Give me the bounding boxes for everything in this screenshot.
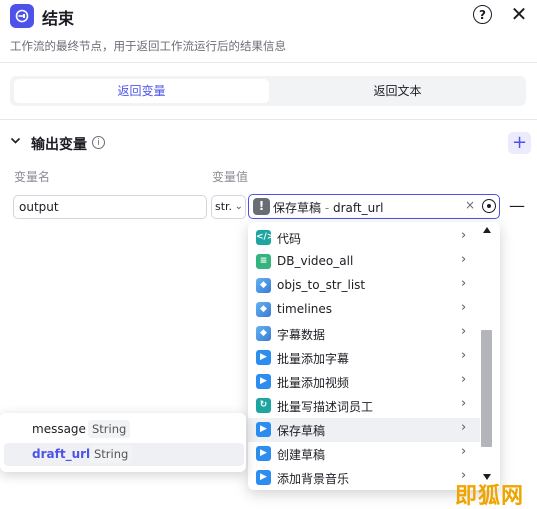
tab-return-variable[interactable]: 返回变量 <box>14 79 269 103</box>
close-icon[interactable]: ✕ <box>509 4 529 24</box>
list-item[interactable]: ▶ 保存草稿 › <box>248 418 480 442</box>
list-item-label: 创建草稿 <box>277 448 326 462</box>
variable-name-input[interactable]: output <box>13 195 207 219</box>
divider <box>0 62 537 63</box>
scrollbar-thumb[interactable] <box>481 330 492 447</box>
variable-name: draft_url <box>32 447 91 461</box>
value-separator: - <box>321 201 333 215</box>
chevron-right-icon: › <box>461 372 467 387</box>
list-item-label: objs_to_str_list <box>277 278 366 292</box>
column-label-value: 变量值 <box>212 170 249 184</box>
list-item[interactable]: ↻ 批量写描述词员工 › <box>248 394 480 418</box>
node-header: 结束 ? ✕ 工作流的最终节点，用于返回工作流运行后的结果信息 <box>0 0 537 62</box>
list-item-label: 字幕数据 <box>277 328 326 342</box>
video-edit-icon: ▶ <box>256 470 271 485</box>
chevron-down-icon: ⌄ <box>234 201 243 212</box>
warning-icon: ! <box>253 198 270 215</box>
value-source-node: 保存草稿 <box>273 201 322 215</box>
chevron-right-icon: › <box>461 444 467 459</box>
section-title: 输出变量 <box>31 137 87 153</box>
info-icon[interactable]: i <box>92 136 105 149</box>
list-item-label: 批量写描述词员工 <box>277 400 374 414</box>
video-edit-icon: ▶ <box>256 350 271 365</box>
watermark-logo: 即狐网 <box>455 483 525 509</box>
list-item[interactable]: ◆ objs_to_str_list › <box>248 274 480 298</box>
chevron-right-icon: › <box>461 324 467 339</box>
variable-type-badge: String <box>90 445 133 463</box>
list-item[interactable]: ▶ 批量添加视频 › <box>248 370 480 394</box>
list-item-label: 批量添加视频 <box>277 376 350 390</box>
plugin-icon: ◆ <box>256 302 271 317</box>
chevron-right-icon: › <box>461 228 467 243</box>
end-node-icon <box>10 4 34 28</box>
video-edit-icon: ▶ <box>256 446 271 461</box>
list-item[interactable]: ◆ timelines › <box>248 298 480 322</box>
chevron-right-icon: › <box>461 300 467 315</box>
add-variable-button[interactable]: + <box>508 132 531 154</box>
help-icon[interactable]: ? <box>473 5 492 24</box>
chevron-right-icon: › <box>461 396 467 411</box>
list-item[interactable]: </> 代码 › <box>248 226 480 250</box>
chevron-right-icon: › <box>461 348 467 363</box>
value-variable: draft_url <box>332 201 384 215</box>
list-item[interactable]: ▶ 批量添加字幕 › <box>248 346 480 370</box>
target-icon[interactable] <box>482 199 496 213</box>
variable-value-field[interactable]: ! 保存草稿 - draft_url × <box>248 194 500 219</box>
chevron-right-icon: › <box>461 276 467 291</box>
node-description: 工作流的最终节点，用于返回工作流运行后的结果信息 <box>10 39 286 53</box>
type-select-value: str. <box>215 200 233 213</box>
tab-return-text[interactable]: 返回文本 <box>273 79 522 103</box>
chevron-right-icon: › <box>461 420 467 435</box>
plugin-icon: ◆ <box>256 326 271 341</box>
list-item[interactable]: ▶ 创建草稿 › <box>248 442 480 466</box>
list-item[interactable]: ◆ 字幕数据 › <box>248 322 480 346</box>
video-edit-icon: ▶ <box>256 374 271 389</box>
list-item-label: DB_video_all <box>277 254 354 268</box>
list-item[interactable]: ▶ 添加背景音乐 › <box>248 466 480 490</box>
divider <box>0 119 537 120</box>
output-mode-tabs: 返回变量 返回文本 <box>10 76 526 106</box>
chevron-down-icon[interactable] <box>10 135 21 149</box>
list-item[interactable]: ≡ DB_video_all › <box>248 250 480 274</box>
loop-icon: ↻ <box>256 398 271 413</box>
list-item[interactable]: draft_url String <box>4 443 244 466</box>
scroll-up-icon[interactable] <box>483 227 491 233</box>
clear-icon[interactable]: × <box>465 198 475 212</box>
node-title: 结束 <box>42 9 75 28</box>
video-edit-icon: ▶ <box>256 422 271 437</box>
list-item-label: 代码 <box>277 232 302 246</box>
plugin-icon: ◆ <box>256 278 271 293</box>
database-icon: ≡ <box>256 254 271 269</box>
code-icon: </> <box>256 230 274 245</box>
chevron-right-icon: › <box>461 252 467 267</box>
remove-row-button[interactable]: — <box>509 196 525 215</box>
variable-name: message <box>32 422 86 436</box>
list-item-label: 批量添加字幕 <box>277 352 350 366</box>
list-item-label: timelines <box>277 302 333 316</box>
node-variable-dropdown: </> 代码 › ≡ DB_video_all › ◆ objs_to_str_… <box>248 222 500 490</box>
column-label-name: 变量名 <box>14 170 51 184</box>
list-item-label: 保存草稿 <box>277 424 326 438</box>
list-item-label: 添加背景音乐 <box>277 472 350 486</box>
list-item[interactable]: message String <box>4 418 244 441</box>
variable-type-badge: String <box>88 420 131 438</box>
type-select[interactable]: str. ⌄ <box>211 195 246 219</box>
variable-submenu: message String draft_url String <box>0 413 246 472</box>
value-reference: 保存草稿 - draft_url <box>273 199 383 216</box>
